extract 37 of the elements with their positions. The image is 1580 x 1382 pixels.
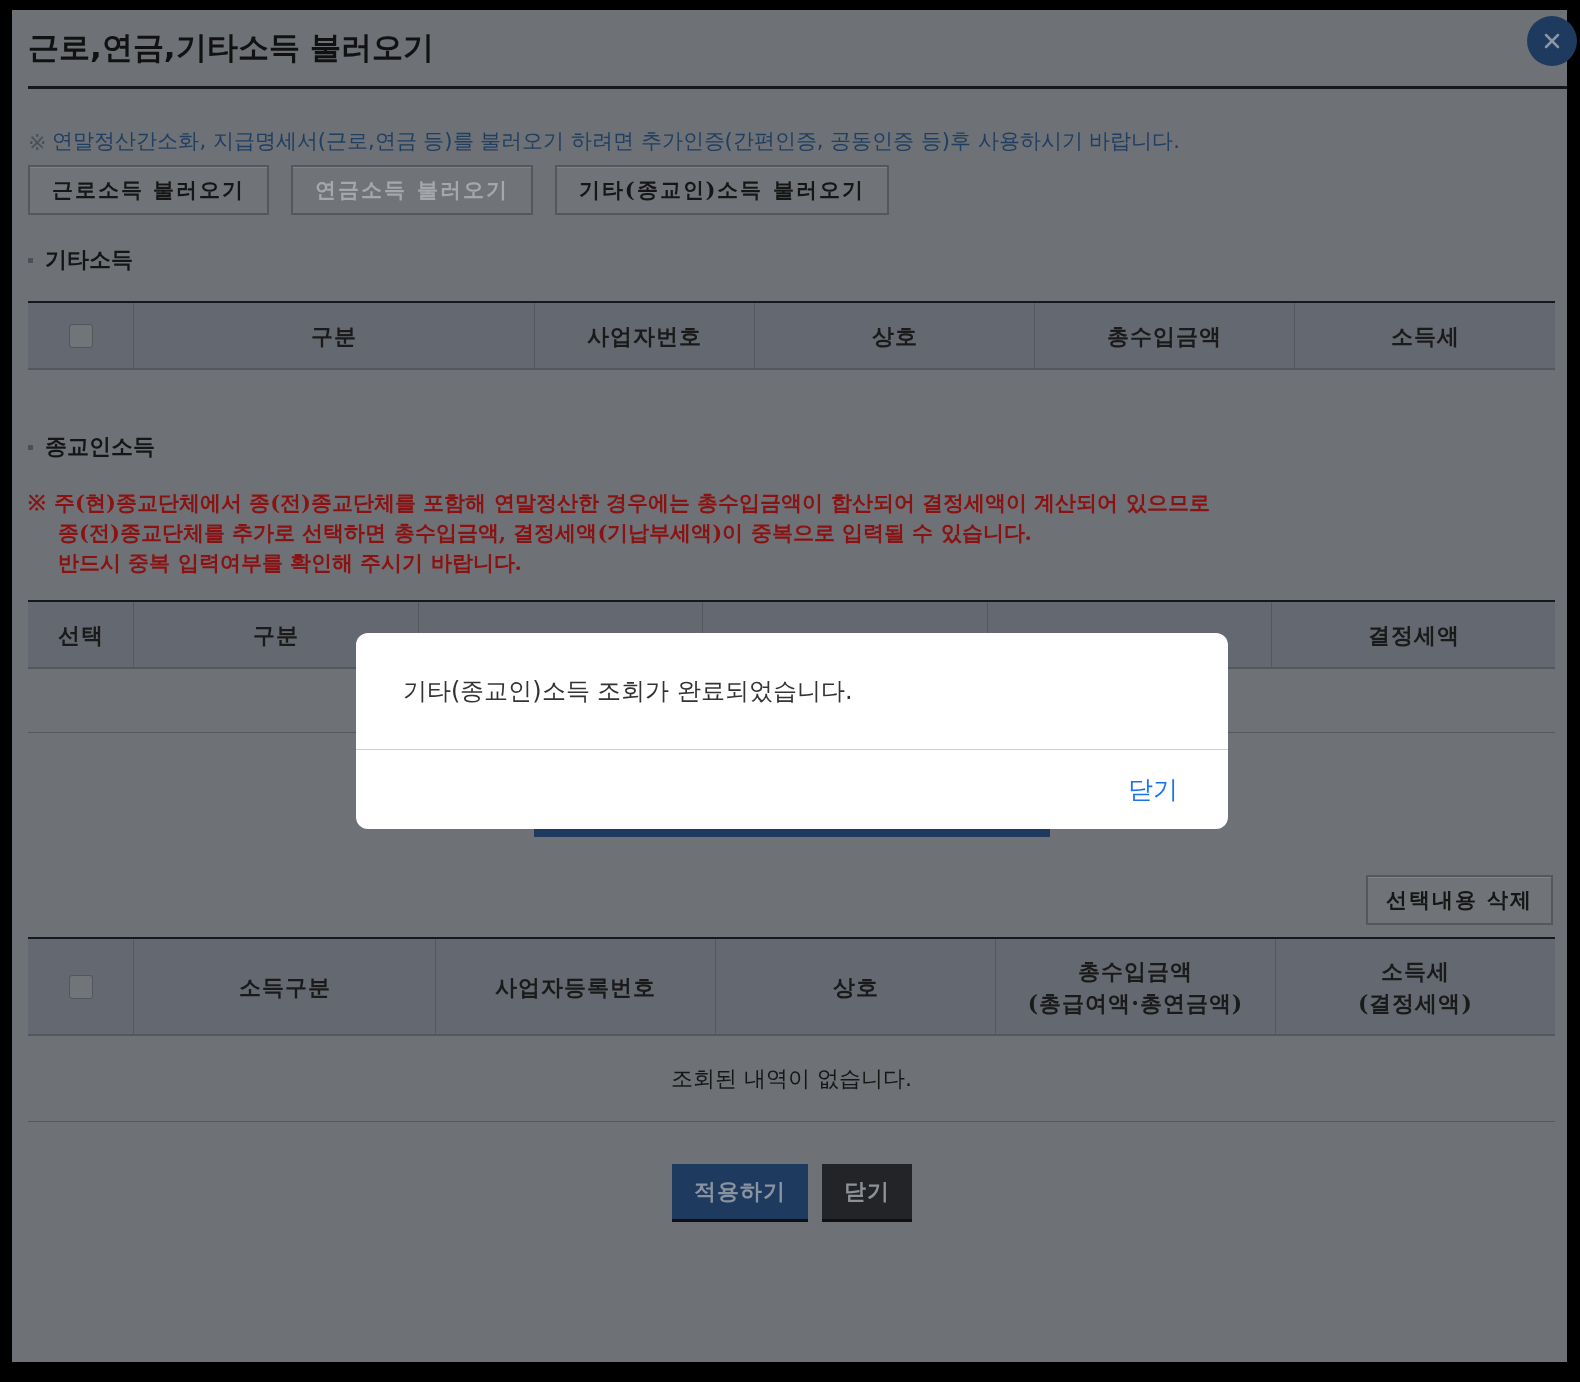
checkbox[interactable] bbox=[68, 974, 93, 999]
load-button[interactable]: 기타(종교인)소득 불러오기 bbox=[554, 165, 889, 215]
column-header: 상호 bbox=[871, 321, 918, 351]
column-header: 사업자등록번호 bbox=[495, 972, 656, 1002]
column-header: 사업자번호 bbox=[587, 321, 702, 351]
alert-message: 기타(종교인)소득 조회가 완료되었습니다. bbox=[403, 676, 853, 707]
alert-close-button[interactable]: 닫기 bbox=[1128, 773, 1178, 806]
column-header: 상호 bbox=[832, 972, 879, 1002]
warning-text: 주(현)종교단체에서 종(전)종교단체를 포함해 연말정산한 경우에는 총수입금액이 합산되어 결정세액이 계산되어 있으므로 bbox=[54, 489, 1210, 517]
checkbox[interactable] bbox=[68, 323, 93, 348]
load-button[interactable]: 근로소득 불러오기 bbox=[28, 165, 270, 215]
close-button[interactable] bbox=[1527, 16, 1577, 66]
column-header: 구분 bbox=[311, 321, 357, 351]
section-title: 기타소득 bbox=[45, 246, 133, 274]
delete-button[interactable]: 선택내용 삭제 bbox=[1365, 875, 1553, 925]
apply-button[interactable]: 적용하기 bbox=[671, 1164, 808, 1222]
bullet-icon bbox=[28, 444, 33, 450]
column-header: 소득세 bbox=[1381, 956, 1450, 986]
close-button[interactable]: 닫기 bbox=[821, 1164, 912, 1222]
column-header: 선택 bbox=[57, 620, 104, 650]
column-header: 총수입금액 bbox=[1078, 956, 1193, 986]
notice-mark: ※ bbox=[28, 130, 47, 155]
warning-text: 반드시 중복 입력여부를 확인해 주시기 바랍니다. bbox=[58, 549, 522, 577]
dialog-title: 근로,연금,기타소득 불러오기 bbox=[28, 28, 435, 67]
column-header: 구분 bbox=[253, 620, 299, 650]
bullet-icon bbox=[28, 257, 33, 263]
column-header: (총급여액·총연금액) bbox=[1027, 988, 1244, 1018]
warning-text: 종(전)종교단체를 추가로 선택하면 총수입금액, 결정세액(기납부세액)이 중복으로 입력될 수 있습니다. bbox=[58, 519, 1032, 547]
column-header: 소득세 bbox=[1390, 321, 1460, 351]
column-header: 소득구분 bbox=[238, 972, 331, 1002]
warning-mark: ※ bbox=[28, 489, 46, 517]
section-title: 종교인소득 bbox=[45, 433, 155, 461]
column-header: (결정세액) bbox=[1358, 988, 1473, 1018]
notice-text: 연말정산간소화, 지급명세서(근로,연금 등)를 불러오기 하려면 추가인증(간편인증, 공동인증 등)후 사용하시기 바랍니다. bbox=[52, 128, 1180, 155]
column-header: 총수입금액 bbox=[1107, 321, 1222, 351]
empty-message: 조회된 내역이 없습니다. bbox=[671, 1064, 912, 1093]
column-header: 결정세액 bbox=[1367, 620, 1460, 650]
